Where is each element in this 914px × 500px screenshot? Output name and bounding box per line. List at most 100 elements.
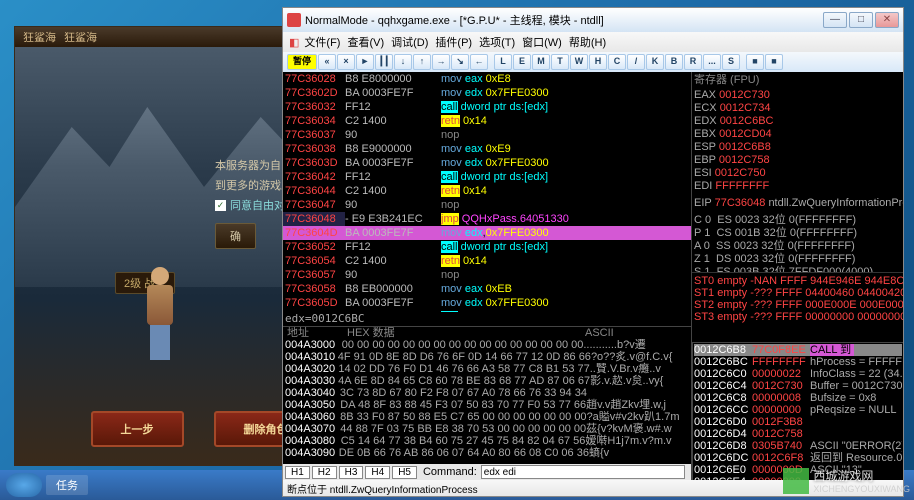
toolbar-btn-22[interactable]: S [722,54,740,70]
stack-row[interactable]: 0012C6D40012C758 [694,428,902,440]
disasm-row[interactable]: 77C3602DBA 0003FE7F mov edx,0x7FFE0300 [283,86,691,100]
toolbar-btn-14[interactable]: W [570,54,588,70]
disasm-row[interactable]: 77C36054C2 1400 retn 0x14 [283,254,691,268]
toolbar-btn-13[interactable]: T [551,54,569,70]
hex-row[interactable]: 004A3050DA 48 8F 83 88 45 F3 07 50 83 70… [283,399,691,411]
prev-button[interactable]: 上一步 [91,411,184,447]
character-model[interactable] [135,267,185,367]
menu-file[interactable]: 文件(F) [302,33,342,51]
toolbar-btn-5[interactable]: ↑ [413,54,431,70]
hex-row[interactable]: 004A300000 00 00 00 00 00 00 00 00 00 00… [283,339,691,351]
menu-window[interactable]: 窗口(W) [520,33,564,51]
disasm-row[interactable]: 77C3604790 nop [283,198,691,212]
stack-row[interactable]: 0012C6DC0012C6F8返回到 Resource.03058 [694,452,902,464]
toolbar-btn-11[interactable]: E [513,54,531,70]
command-input[interactable] [481,465,685,479]
disasm-row[interactable]: 77C3605790 nop [283,268,691,282]
titlebar[interactable]: NormalMode - qqhxgame.exe - [*G.P.U* - 主… [283,8,903,32]
hex-tab-H1[interactable]: H1 [285,466,310,479]
disasm-row[interactable]: 77C36038B8 E9000000 mov eax,0xE9 [283,142,691,156]
toolbar-btn-6[interactable]: → [432,54,450,70]
confirm-button[interactable]: 确 [215,223,256,249]
toolbar-btn-19[interactable]: B [665,54,683,70]
hex-row[interactable]: 004A302014 02 DD 76 F0 D1 46 76 66 A3 58… [283,363,691,375]
maximize-button[interactable]: □ [849,12,873,28]
stack-row[interactable]: 0012C6C000000022InfoClass = 22 (34.) [694,368,902,380]
disasm-row[interactable]: 77C36042FF12 call dword ptr ds:[edx] [283,170,691,184]
disasm-row[interactable]: 77C3603790 nop [283,128,691,142]
fpu-pane[interactable]: ST0 empty -NAN FFFF 944E946E 944E8C2EST1… [692,272,903,342]
toolbar-btn-21[interactable]: ... [703,54,721,70]
toolbar-btn-0[interactable]: « [318,54,336,70]
toolbar-btn-1[interactable]: × [337,54,355,70]
stack-row[interactable]: 0012C6BCFFFFFFFFhProcess = FFFFFFFF [694,356,902,368]
toolbar-btn-8[interactable]: ← [470,54,488,70]
disasm-row[interactable]: 77C36044C2 1400 retn 0x14 [283,184,691,198]
stack-pane[interactable]: 0012C6B877C0F8EECALL 到 0012C6BCFFFFFFFFh… [692,342,903,480]
disasm-row[interactable]: 77C36048- E9 E3B241EC jmp QQHxPass.64051… [283,212,691,226]
disasm-row[interactable]: 77C36052FF12 call dword ptr ds:[edx] [283,240,691,254]
stack-row[interactable]: 0012C6C40012C730Buffer = 0012C730 [694,380,902,392]
toolbar-btn-16[interactable]: C [608,54,626,70]
taskbar-item[interactable]: 任务 [46,475,88,495]
toolbar-btn-10[interactable]: L [494,54,512,70]
disasm-row[interactable]: 77C36034C2 1400 retn 0x14 [283,114,691,128]
pause-button[interactable]: 暂停 [287,54,317,70]
menu-plugin[interactable]: 插件(P) [433,33,474,51]
hex-row[interactable]: 004A30403C 73 8D 67 80 F2 F8 07 67 A0 78… [283,387,691,399]
reg-ECX[interactable]: ECX 0012C734 [694,102,901,115]
toolbar-btn-24[interactable]: ■ [746,54,764,70]
disasm-row[interactable]: 77C3605DBA 0003FE7F mov edx,0x7FFE0300 [283,296,691,310]
close-button[interactable]: ✕ [875,12,899,28]
disasm-row[interactable]: 77C36058B8 EB000000 mov eax,0xEB [283,282,691,296]
menu-help[interactable]: 帮助(H) [567,33,608,51]
hex-dump-pane[interactable]: 地址 HEX 数据 ASCII 004A300000 00 00 00 00 0… [283,326,691,464]
game-tab-2[interactable]: 狂鲨海 [64,29,97,45]
hex-row[interactable]: 004A30608B 33 F0 87 50 88 E5 C7 65 00 00… [283,411,691,423]
app-menu-icon[interactable]: ◧ [289,36,299,49]
stack-row[interactable]: 0012C6D80305B740ASCII "0ERROR(2): 系统 [694,440,902,452]
toolbar-btn-3[interactable]: ┃┃ [375,54,393,70]
toolbar-btn-15[interactable]: H [589,54,607,70]
reg-ESP[interactable]: ESP 0012C6B8 [694,141,901,154]
disasm-row[interactable]: 77C3603DBA 0003FE7F mov edx,0x7FFE0300 [283,156,691,170]
reg-EBX[interactable]: EBX 0012CD04 [694,128,901,141]
reg-EDI[interactable]: EDI FFFFFFFF [694,180,901,193]
stack-row[interactable]: 0012C6B877C0F8EECALL 到 [694,344,902,356]
minimize-button[interactable]: — [823,12,847,28]
start-button[interactable] [6,473,42,497]
toolbar-btn-12[interactable]: M [532,54,550,70]
toolbar-btn-25[interactable]: ■ [765,54,783,70]
disasm-row[interactable]: 77C36032FF12 call dword ptr ds:[edx] [283,100,691,114]
hex-row[interactable]: 004A3090DE 0B 66 76 AB 86 06 07 64 A0 80… [283,447,691,459]
toolbar-btn-17[interactable]: / [627,54,645,70]
toolbar-btn-18[interactable]: K [646,54,664,70]
hex-tab-H5[interactable]: H5 [392,466,417,479]
hex-tab-H4[interactable]: H4 [365,466,390,479]
registers-pane[interactable]: 寄存器 (FPU) EAX 0012C730ECX 0012C734EDX 00… [692,72,903,272]
checkbox-icon[interactable]: ✓ [215,200,226,211]
disasm-row[interactable]: 77C36028B8 E8000000 mov eax,0xE8 [283,72,691,86]
toolbar-btn-4[interactable]: ↓ [394,54,412,70]
hex-row[interactable]: 004A307044 88 7F 03 75 BB E8 38 70 53 00… [283,423,691,435]
reg-EDX[interactable]: EDX 0012C6BC [694,115,901,128]
toolbar-btn-2[interactable]: ► [356,54,374,70]
hex-tab-H3[interactable]: H3 [339,466,364,479]
stack-row[interactable]: 0012C6CC00000000pReqsize = NULL [694,404,902,416]
disassembly-pane[interactable]: 77C36028B8 E8000000 mov eax,0xE877C3602D… [283,72,691,312]
reg-EBP[interactable]: EBP 0012C758 [694,154,901,167]
stack-row[interactable]: 0012C6D00012F3B8 [694,416,902,428]
hex-row[interactable]: 004A30104F 91 0D 8E 8D D6 76 6F 0D 14 66… [283,351,691,363]
menu-options[interactable]: 选项(T) [477,33,517,51]
disasm-row[interactable]: 77C3604DBA 0003FE7F mov edx,0x7FFE0300 [283,226,691,240]
reg-ESI[interactable]: ESI 0012C750 [694,167,901,180]
hex-row[interactable]: 004A30304A 6E 8D 84 65 C8 60 78 BE 83 68… [283,375,691,387]
stack-row[interactable]: 0012C6C800000008Bufsize = 0x8 [694,392,902,404]
toolbar-btn-20[interactable]: R [684,54,702,70]
reg-EAX[interactable]: EAX 0012C730 [694,89,901,102]
game-tab-1[interactable]: 狂鲨海 [23,29,56,45]
menu-debug[interactable]: 调试(D) [389,33,430,51]
hex-row[interactable]: 004A3080C5 14 64 77 38 B4 60 75 27 45 75… [283,435,691,447]
hex-tab-H2[interactable]: H2 [312,466,337,479]
menu-view[interactable]: 查看(V) [345,33,386,51]
